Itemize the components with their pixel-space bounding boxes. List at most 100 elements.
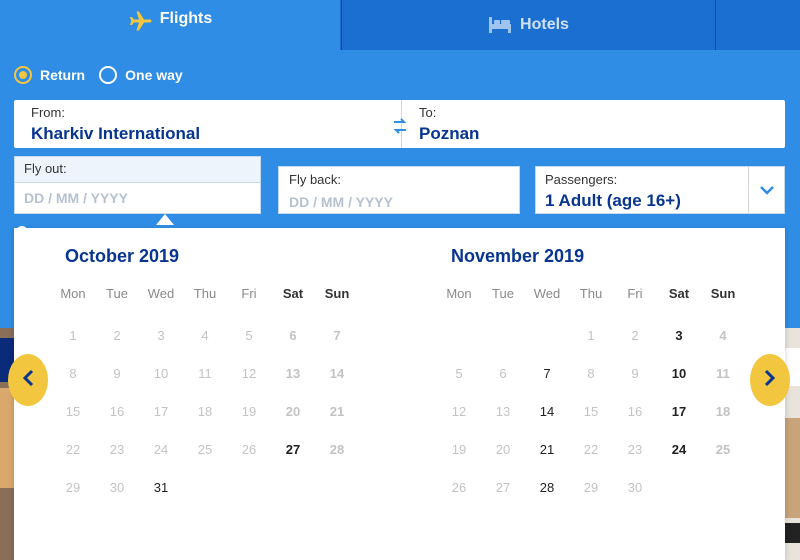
fly-back-input[interactable]: DD / MM / YYYY — [289, 194, 519, 210]
radio-checked-icon — [14, 66, 32, 84]
calendar-day: 29 — [583, 480, 599, 495]
calendar-day: 19 — [451, 442, 467, 457]
calendar-day: 18 — [197, 404, 213, 419]
weekday-label: Fri — [241, 286, 257, 301]
passengers-field[interactable]: Passengers: 1 Adult (age 16+) — [535, 166, 785, 214]
calendar-day[interactable]: 28 — [525, 476, 569, 500]
weekday-label: Wed — [533, 286, 561, 301]
radio-unchecked-icon — [99, 66, 118, 84]
previous-month-button[interactable] — [8, 354, 48, 406]
weekday-label: Tue — [106, 286, 128, 301]
calendar-day: 22 — [65, 442, 81, 457]
calendar-day: 19 — [241, 404, 257, 419]
calendar-day: 12 — [241, 366, 257, 381]
calendar-day: 6 — [499, 366, 507, 381]
calendar-day: 8 — [69, 366, 77, 381]
calendar-day: 13 — [495, 404, 511, 419]
calendar-day: 7 — [333, 328, 341, 343]
tab-hotels[interactable]: Hotels — [341, 0, 716, 50]
chevron-right-icon — [764, 369, 776, 392]
calendar-day: 2 — [631, 328, 639, 343]
weekday-label: Tue — [492, 286, 514, 301]
one-way-radio[interactable]: One way — [99, 66, 183, 84]
calendar-day: 25 — [197, 442, 213, 457]
calendar-day[interactable]: 10 — [657, 362, 701, 386]
calendar-day: 1 — [587, 328, 595, 343]
calendar-day: 8 — [587, 366, 595, 381]
calendar-day: 28 — [329, 442, 345, 457]
calendar-day[interactable]: 27 — [271, 438, 315, 462]
calendar-day: 23 — [627, 442, 643, 457]
to-label: To: — [419, 105, 437, 120]
month-title: November 2019 — [451, 246, 585, 266]
weekday-label: Sun — [324, 286, 350, 301]
from-field[interactable]: From: Kharkiv International — [14, 100, 400, 148]
date-picker-popup: October 2019 Mon Tue Wed Thu Fri Sat Sun 1 2 3 4 5 6… — [14, 228, 785, 560]
return-label: Return — [40, 67, 86, 83]
calendar-day: 18 — [715, 404, 731, 419]
calendar-day: 11 — [716, 366, 730, 381]
weekday-label: Mon — [446, 286, 472, 301]
calendar-day[interactable]: 3 — [657, 324, 701, 348]
passengers-value: 1 Adult (age 16+) — [545, 191, 681, 210]
calendar-day[interactable]: 24 — [657, 438, 701, 462]
month-title: October 2019 — [65, 246, 180, 266]
bed-icon — [488, 16, 512, 34]
calendar-day[interactable]: 14 — [525, 400, 569, 424]
calendar-day: 17 — [153, 404, 169, 419]
swap-airports-icon[interactable] — [388, 114, 412, 138]
tab-more[interactable] — [717, 0, 800, 50]
to-value: Poznan — [419, 124, 480, 143]
calendar-day[interactable]: 21 — [525, 438, 569, 462]
fly-out-input[interactable]: DD / MM / YYYY — [15, 183, 260, 206]
background-banner-right — [784, 328, 800, 560]
weekday-label: Thu — [579, 286, 603, 301]
calendar-day: 11 — [198, 366, 212, 381]
from-label: From: — [31, 105, 65, 120]
fly-back-label: Fly back: — [289, 172, 342, 187]
calendar-day: 29 — [65, 480, 81, 495]
calendar-day: 4 — [719, 328, 727, 343]
to-field[interactable]: To: Poznan — [401, 100, 785, 148]
calendar-day: 2 — [113, 328, 121, 343]
calendar-day: 9 — [631, 366, 639, 381]
calendar-day: 1 — [69, 328, 77, 343]
calendar-day: 5 — [245, 328, 253, 343]
calendar-day: 10 — [153, 366, 169, 381]
product-tabs: Flights Hotels — [0, 0, 800, 52]
calendar-day: 6 — [289, 328, 297, 343]
weekday-label: Thu — [193, 286, 217, 301]
popup-pointer — [156, 214, 174, 225]
next-month-button[interactable] — [750, 354, 790, 406]
calendar-day[interactable]: 7 — [525, 362, 569, 386]
fly-out-label: Fly out: — [15, 157, 260, 183]
calendar-day: 13 — [285, 366, 301, 381]
trip-type-selector: Return One way — [14, 66, 197, 84]
chevron-down-icon[interactable] — [748, 167, 784, 213]
calendar-day: 30 — [109, 480, 125, 495]
calendar-day: 26 — [451, 480, 467, 495]
calendar-day: 16 — [109, 404, 125, 419]
return-radio[interactable]: Return — [14, 66, 85, 84]
weekday-label: Sat — [668, 286, 690, 301]
calendar-day: 15 — [583, 404, 599, 419]
calendar-day: 24 — [153, 442, 169, 457]
weekday-label: Sat — [282, 286, 304, 301]
tab-hotels-label: Hotels — [520, 16, 569, 33]
calendar-day: 30 — [627, 480, 643, 495]
calendar-day: 15 — [65, 404, 81, 419]
calendar-day: 12 — [451, 404, 467, 419]
fly-back-field[interactable]: Fly back: DD / MM / YYYY — [278, 166, 520, 214]
calendar-day: 4 — [201, 328, 209, 343]
calendar-day[interactable]: 31 — [139, 476, 183, 500]
calendar-day: 20 — [495, 442, 511, 457]
weekday-label: Wed — [147, 286, 175, 301]
calendar-day: 25 — [715, 442, 731, 457]
calendar-day[interactable]: 17 — [657, 400, 701, 424]
calendar-day: 9 — [113, 366, 121, 381]
tab-flights[interactable]: Flights — [0, 0, 340, 52]
one-way-label: One way — [125, 67, 183, 83]
fly-out-field[interactable]: Fly out: DD / MM / YYYY — [14, 156, 261, 214]
calendar-day: 16 — [627, 404, 643, 419]
chevron-left-icon — [22, 369, 34, 392]
